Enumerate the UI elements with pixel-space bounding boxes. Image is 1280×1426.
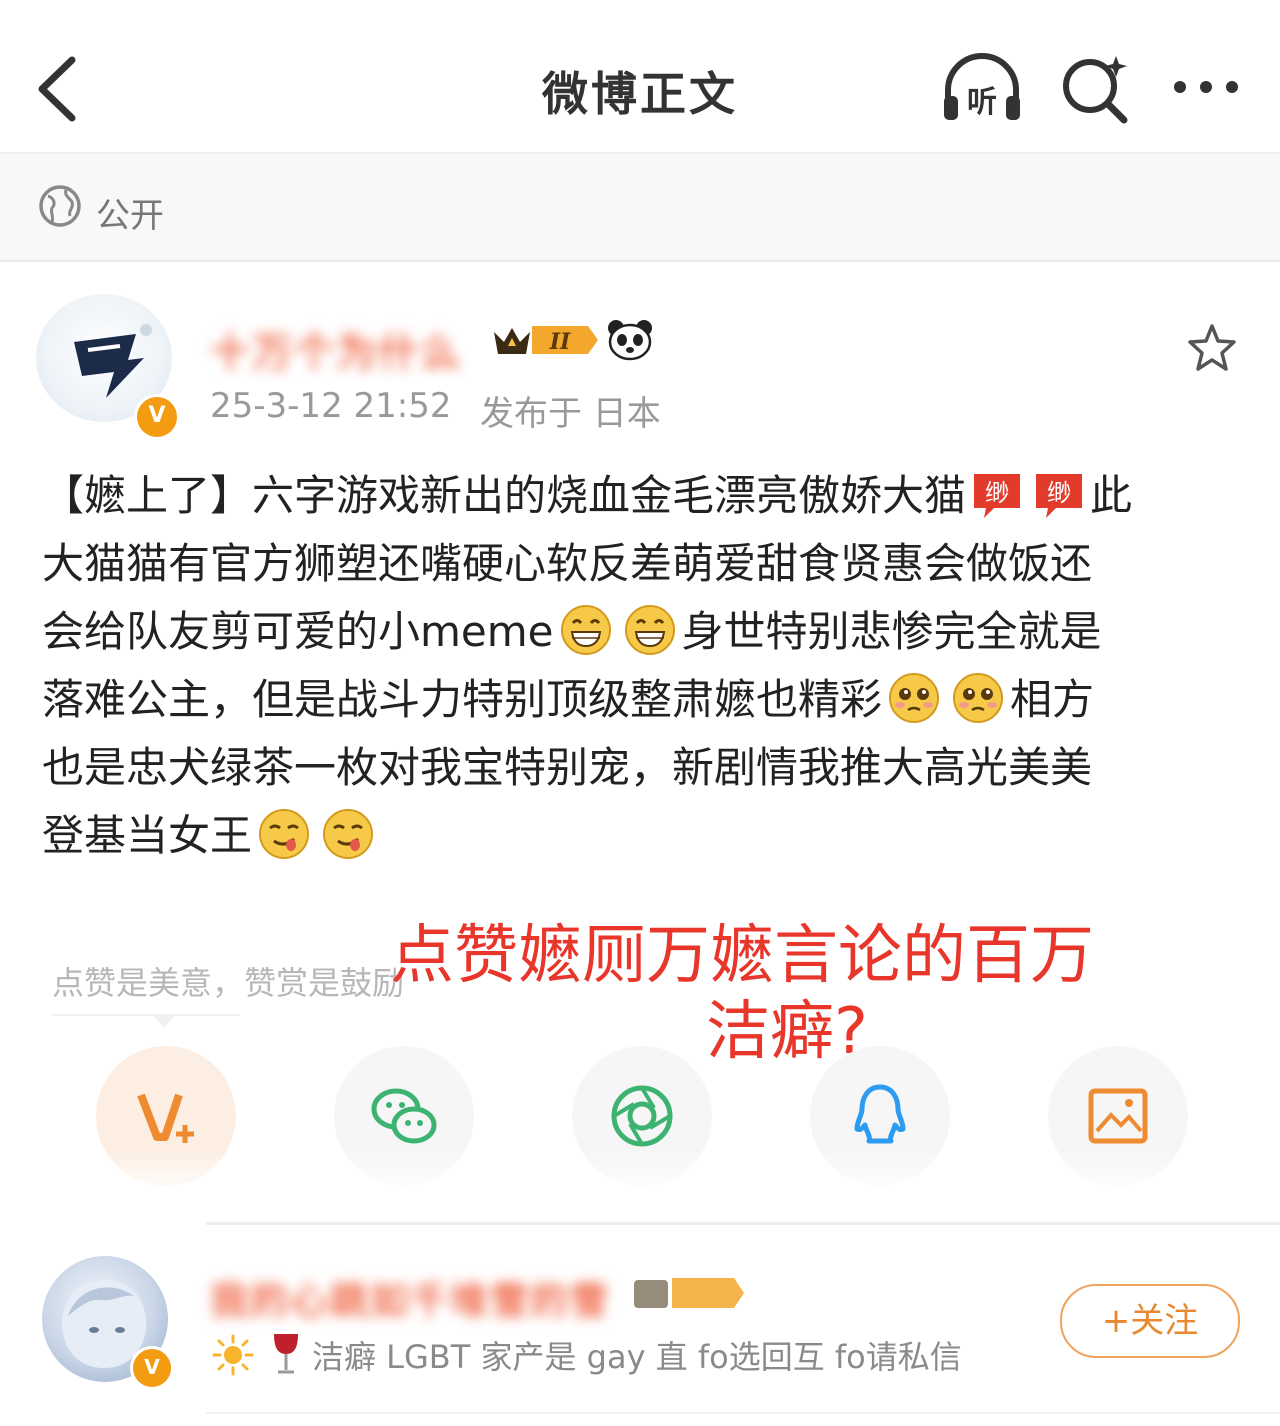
author-name[interactable]: 十万个为什么 bbox=[210, 320, 462, 378]
section-divider bbox=[206, 1222, 1280, 1225]
pleading-emoji-icon bbox=[952, 672, 1004, 724]
post-line: 【嬷上了】六字游戏新出的烧血金毛漂亮傲娇大猫缈缈此 bbox=[42, 462, 1238, 530]
favorite-star-icon[interactable] bbox=[1186, 322, 1238, 374]
reward-hint: 点赞是美意，赞赏是鼓励 bbox=[52, 964, 405, 1002]
panda-icon bbox=[608, 320, 652, 361]
back-arrow-icon[interactable] bbox=[34, 54, 78, 124]
post-body: 【嬷上了】六字游戏新出的烧血金毛漂亮傲娇大猫缈缈此 大猫猫有官方狮塑还嘴硬心软反… bbox=[42, 462, 1238, 870]
wine-glass-emoji-icon bbox=[274, 1334, 298, 1374]
post-line: 会给队友剪可爱的小meme 身世特别悲惨完全就是 bbox=[42, 598, 1238, 666]
post-text: 也是忠犬绿茶一枚对我宝特别宠，新剧情我推大高光美美 bbox=[42, 743, 1093, 792]
v-plus-icon bbox=[137, 1093, 194, 1143]
listen-icon-label: 听 bbox=[967, 85, 997, 120]
pleading-emoji-icon bbox=[888, 672, 940, 724]
listen-icon[interactable]: 听 bbox=[938, 50, 1026, 130]
post-line: 登基当女王 bbox=[42, 802, 1238, 870]
bubble-emoji-text: 缈 bbox=[1047, 479, 1071, 507]
grin-emoji-icon bbox=[560, 604, 612, 656]
post-timestamp: 25-3-12 21:52 bbox=[210, 386, 452, 426]
hint-divider bbox=[52, 1014, 240, 1016]
page-title: 微博正文 bbox=[542, 67, 738, 121]
speech-bubble-emoji-icon: 缈 bbox=[1032, 468, 1086, 522]
visibility-bar bbox=[0, 154, 1280, 262]
post-location: 发布于 日本 bbox=[480, 394, 661, 434]
post-text: 登基当女王 bbox=[42, 811, 253, 860]
overlay-line: 点赞嬷厕万嬷言论的百万 bbox=[390, 919, 1094, 993]
search-icon[interactable] bbox=[1058, 50, 1134, 126]
verified-badge-icon: V bbox=[130, 1346, 174, 1390]
more-options-icon[interactable] bbox=[1170, 72, 1242, 102]
post-text: 相方 bbox=[1010, 675, 1095, 724]
globe-icon bbox=[39, 185, 81, 227]
bubble-emoji-text: 缈 bbox=[985, 479, 1009, 507]
post-text: 大猫猫有官方狮塑还嘴硬心软反差萌爱甜食贤惠会做饭还 bbox=[42, 539, 1093, 588]
post-line: 大猫猫有官方狮塑还嘴硬心软反差萌爱甜食贤惠会做饭还 bbox=[42, 530, 1238, 598]
vip-crown-badge-icon[interactable]: II bbox=[488, 320, 600, 360]
yum-emoji-icon bbox=[258, 808, 310, 860]
wechat-icon bbox=[371, 1088, 437, 1144]
yum-emoji-icon bbox=[322, 808, 374, 860]
post-line: 也是忠犬绿茶一枚对我宝特别宠，新剧情我推大高光美美 bbox=[42, 734, 1238, 802]
post-text: 【嬷上了】六字游戏新出的烧血金毛漂亮傲娇大猫 bbox=[42, 471, 967, 520]
moments-icon bbox=[611, 1085, 673, 1147]
speech-bubble-emoji-icon: 缈 bbox=[970, 468, 1024, 522]
verified-badge-icon: V bbox=[134, 394, 180, 440]
grin-emoji-icon bbox=[624, 604, 676, 656]
vip-level-label: II bbox=[549, 329, 571, 355]
hint-caret bbox=[152, 1014, 176, 1028]
user-bio: 洁癖 LGBT 家产是 gay 直 fo选回互 fo请私信 bbox=[312, 1338, 962, 1376]
post-text: 落难公主，但是战斗力特别顶级整肃嬷也精彩 bbox=[42, 675, 883, 724]
overlay-annotation: 点赞嬷厕万嬷言论的百万 洁癖? bbox=[390, 918, 1210, 1070]
follow-button[interactable]: +关注 bbox=[1060, 1284, 1240, 1358]
visibility-label: 公开 bbox=[96, 196, 164, 236]
post-text: 会给队友剪可爱的小meme bbox=[42, 607, 554, 656]
image-icon bbox=[1088, 1088, 1148, 1144]
post-text: 身世特别悲惨完全就是 bbox=[681, 607, 1102, 656]
bottom-divider bbox=[206, 1412, 1280, 1414]
sun-emoji-icon bbox=[212, 1334, 254, 1376]
post-line: 落难公主，但是战斗力特别顶级整肃嬷也精彩 相方 bbox=[42, 666, 1238, 734]
fade-overlay bbox=[0, 1150, 1280, 1220]
qq-icon bbox=[854, 1084, 906, 1144]
user-name[interactable]: 我的心跳如千堆雪的雪 bbox=[210, 1270, 610, 1325]
post-text: 此 bbox=[1090, 471, 1133, 520]
vip-badge-icon[interactable] bbox=[630, 1272, 746, 1314]
